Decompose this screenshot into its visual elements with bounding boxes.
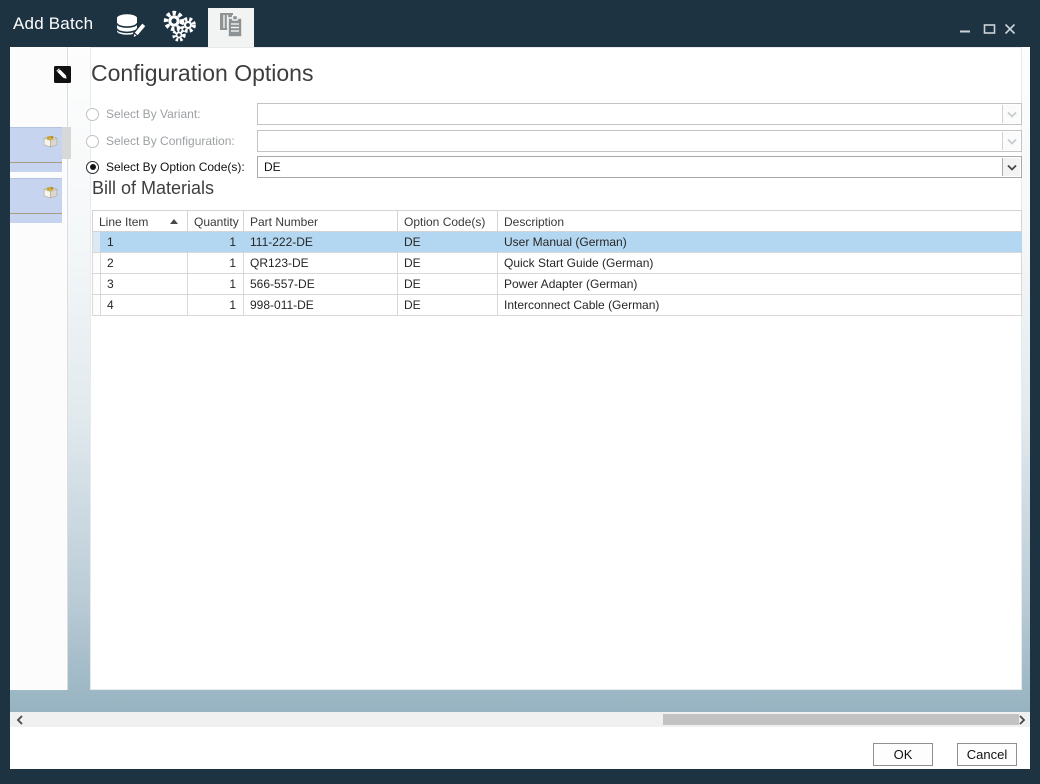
cell-description[interactable]: Power Adapter (German) xyxy=(498,274,1022,295)
table-row[interactable]: 2 1 QR123-DE DE Quick Start Guide (Germa… xyxy=(92,253,1022,274)
batch-list-sidebar xyxy=(10,47,68,690)
chevron-right-icon xyxy=(1018,715,1026,725)
cell-quantity[interactable]: 1 xyxy=(188,274,244,295)
close-icon xyxy=(1004,22,1016,40)
database-edit-icon xyxy=(112,10,148,49)
scroll-right-button[interactable] xyxy=(1014,712,1029,727)
scroll-left-button[interactable] xyxy=(12,712,27,727)
radio-icon xyxy=(86,108,99,121)
cell-quantity[interactable]: 1 xyxy=(188,253,244,274)
variant-radio-label: Select By Variant: xyxy=(106,107,201,121)
cell-option-codes[interactable]: DE xyxy=(398,274,498,295)
edit-icon xyxy=(54,66,71,83)
configuration-options-heading: Configuration Options xyxy=(91,60,313,87)
scrollbar-thumb[interactable] xyxy=(663,714,1019,725)
cell-part-number[interactable]: 998-011-DE xyxy=(244,295,398,316)
cell-option-codes[interactable]: DE xyxy=(398,295,498,316)
radio-icon xyxy=(86,135,99,148)
batch-list-item[interactable] xyxy=(10,127,62,172)
configuration-radio-label: Select By Configuration: xyxy=(106,134,235,148)
row-header-cell[interactable] xyxy=(92,295,101,316)
cell-description[interactable]: Quick Start Guide (German) xyxy=(498,253,1022,274)
table-row[interactable]: 3 1 566-557-DE DE Power Adapter (German) xyxy=(92,274,1022,295)
card-separator xyxy=(10,213,62,214)
cell-quantity[interactable]: 1 xyxy=(188,295,244,316)
dropdown-button xyxy=(1002,132,1020,150)
sidebar-scroll-thumb[interactable] xyxy=(62,127,71,159)
bom-table: Line Item Quantity Part Number Option Co… xyxy=(92,210,1022,316)
column-header-option-codes[interactable]: Option Code(s) xyxy=(398,211,498,232)
cell-part-number[interactable]: QR123-DE xyxy=(244,253,398,274)
ok-button[interactable]: OK xyxy=(873,743,933,766)
configuration-combobox xyxy=(257,130,1022,152)
select-by-variant-radio[interactable]: Select By Variant: xyxy=(86,104,201,124)
row-header-cell[interactable] xyxy=(92,253,101,274)
horizontal-scrollbar[interactable] xyxy=(10,712,1030,727)
column-header-quantity[interactable]: Quantity xyxy=(188,211,244,232)
cell-line-item[interactable]: 1 xyxy=(101,232,188,253)
footer-bar: OK Cancel xyxy=(10,727,1030,769)
maximize-button[interactable] xyxy=(979,22,999,40)
cell-option-codes[interactable]: DE xyxy=(398,253,498,274)
column-header-part-number[interactable]: Part Number xyxy=(244,211,398,232)
toolbar-button-settings[interactable] xyxy=(161,12,199,47)
table-row[interactable]: 1 1 111-222-DE DE User Manual (German) xyxy=(92,232,1022,253)
table-header-row: Line Item Quantity Part Number Option Co… xyxy=(92,210,1022,232)
minimize-button[interactable] xyxy=(955,22,975,40)
minimize-icon xyxy=(959,22,971,40)
option-codes-radio-label: Select By Option Code(s): xyxy=(106,160,245,174)
variant-combobox xyxy=(257,103,1022,125)
cancel-button[interactable]: Cancel xyxy=(957,743,1017,766)
cell-line-item[interactable]: 2 xyxy=(101,253,188,274)
radio-selected-icon xyxy=(86,161,99,174)
select-by-option-codes-radio[interactable]: Select By Option Code(s): xyxy=(86,157,245,177)
dropdown-button xyxy=(1002,105,1020,123)
cell-part-number[interactable]: 111-222-DE xyxy=(244,232,398,253)
batch-list-item[interactable] xyxy=(10,178,62,223)
select-by-configuration-radio[interactable]: Select By Configuration: xyxy=(86,131,235,151)
column-header-description[interactable]: Description xyxy=(498,211,1022,232)
cell-description[interactable]: Interconnect Cable (German) xyxy=(498,295,1022,316)
dropdown-button[interactable] xyxy=(1002,158,1020,176)
toolbar-button-documents-active[interactable] xyxy=(208,8,254,47)
chevron-down-icon xyxy=(1007,111,1017,118)
add-batch-window: Add Batch xyxy=(0,0,1040,784)
toolbar-button-database-edit[interactable] xyxy=(111,12,149,47)
cell-option-codes[interactable]: DE xyxy=(398,232,498,253)
cell-part-number[interactable]: 566-557-DE xyxy=(244,274,398,295)
chevron-down-icon xyxy=(1007,138,1017,145)
chevron-down-icon xyxy=(1007,164,1017,171)
table-row[interactable]: 4 1 998-011-DE DE Interconnect Cable (Ge… xyxy=(92,295,1022,316)
package-icon xyxy=(42,132,59,149)
option-codes-combobox-value: DE xyxy=(264,160,281,174)
close-button[interactable] xyxy=(1000,22,1020,40)
row-header-cell[interactable] xyxy=(92,274,101,295)
cell-description[interactable]: User Manual (German) xyxy=(498,232,1022,253)
sort-ascending-icon xyxy=(170,219,178,224)
cell-line-item[interactable]: 4 xyxy=(101,295,188,316)
bill-of-materials-heading: Bill of Materials xyxy=(92,178,214,199)
documents-icon xyxy=(215,9,247,46)
window-title: Add Batch xyxy=(13,0,93,47)
cell-quantity[interactable]: 1 xyxy=(188,232,244,253)
content-area: Configuration Options Select By Variant:… xyxy=(10,47,1030,712)
titlebar: Add Batch xyxy=(0,0,1040,47)
chevron-left-icon xyxy=(16,715,24,725)
maximize-icon xyxy=(983,22,996,40)
package-icon xyxy=(42,183,59,200)
option-codes-combobox[interactable]: DE xyxy=(257,156,1022,178)
card-separator xyxy=(10,162,62,163)
gears-icon xyxy=(162,10,198,49)
column-header-line-item[interactable]: Line Item xyxy=(92,211,188,232)
cell-line-item[interactable]: 3 xyxy=(101,274,188,295)
row-header-cell[interactable] xyxy=(92,232,101,253)
